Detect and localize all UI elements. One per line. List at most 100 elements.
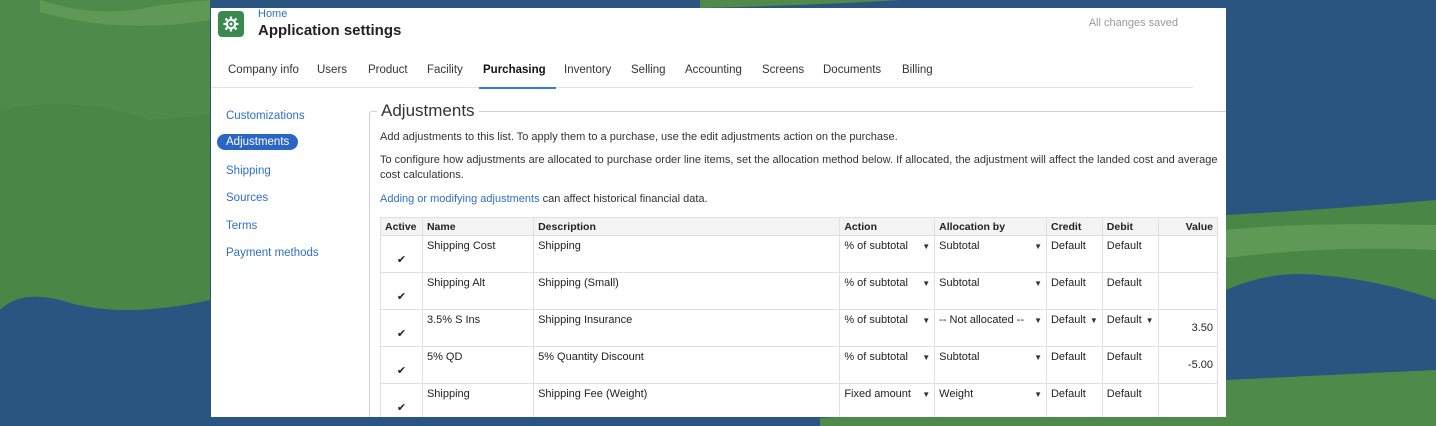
- action-select[interactable]: % of subtotal ▼: [839, 235, 936, 273]
- sidebar-item-shipping[interactable]: Shipping: [226, 165, 271, 177]
- sidebar-item-sources[interactable]: Sources: [226, 192, 268, 204]
- debit-select-value: Default: [1106, 314, 1142, 326]
- action-select[interactable]: % of subtotal ▼: [839, 272, 936, 310]
- page-title: Application settings: [258, 22, 402, 39]
- section-title: Adjustments: [377, 101, 479, 121]
- tab-billing[interactable]: Billing: [902, 64, 933, 88]
- tab-screens[interactable]: Screens: [762, 64, 804, 88]
- action-select[interactable]: Fixed amount ▼: [839, 383, 936, 417]
- value-field[interactable]: [1157, 383, 1219, 417]
- description-field[interactable]: Shipping Fee (Weight): [533, 383, 841, 417]
- allocation-help-text: To configure how adjustments are allocat…: [380, 154, 1218, 181]
- value-field[interactable]: -5.00: [1157, 346, 1219, 384]
- adjustments-table: Active Name Description Action Allocatio…: [380, 217, 1219, 417]
- allocation-select[interactable]: Weight ▼: [934, 383, 1047, 417]
- value-field[interactable]: 3.50: [1157, 309, 1219, 347]
- column-header-debit[interactable]: Debit: [1101, 217, 1159, 236]
- active-checkbox[interactable]: ✔: [380, 309, 423, 347]
- name-field[interactable]: Shipping Alt: [421, 272, 535, 310]
- allocation-select-value: Weight: [939, 388, 974, 400]
- adjustments-help-link[interactable]: Adding or modifying adjustments: [380, 193, 540, 205]
- action-select[interactable]: % of subtotal ▼: [839, 346, 936, 384]
- debit-field[interactable]: Default: [1101, 346, 1159, 384]
- description-field[interactable]: 5% Quantity Discount: [533, 346, 841, 384]
- dropdown-caret-icon: ▼: [922, 353, 931, 362]
- debit-select[interactable]: Default ▼: [1101, 309, 1159, 347]
- table-row: ✔ 3.5% S Ins Shipping Insurance % of sub…: [380, 309, 1219, 347]
- intro-text: Add adjustments to this list. To apply t…: [380, 131, 898, 143]
- dropdown-caret-icon: ▼: [1034, 353, 1042, 362]
- settings-tabs: Company info Users Product Facility Purc…: [211, 64, 1193, 89]
- settings-gear-icon: [218, 11, 244, 37]
- credit-field[interactable]: Default: [1045, 235, 1103, 273]
- name-field[interactable]: 5% QD: [421, 346, 535, 384]
- column-header-action[interactable]: Action: [839, 217, 936, 236]
- credit-field[interactable]: Default: [1045, 346, 1103, 384]
- debit-field[interactable]: Default: [1101, 272, 1159, 310]
- value-field[interactable]: [1157, 272, 1219, 310]
- description-field[interactable]: Shipping Insurance: [533, 309, 841, 347]
- active-checkbox[interactable]: ✔: [380, 383, 423, 417]
- name-field[interactable]: Shipping Cost: [421, 235, 535, 273]
- tab-selling[interactable]: Selling: [631, 64, 666, 88]
- credit-select[interactable]: Default ▼: [1045, 309, 1103, 347]
- active-checkbox[interactable]: ✔: [380, 235, 423, 273]
- warning-text-rest: can affect historical financial data.: [539, 193, 708, 205]
- credit-select-value: Default: [1050, 314, 1086, 326]
- tab-facility[interactable]: Facility: [427, 64, 463, 88]
- name-field[interactable]: Shipping: [421, 383, 535, 417]
- column-header-active[interactable]: Active: [380, 217, 423, 236]
- allocation-select[interactable]: Subtotal ▼: [934, 235, 1047, 273]
- description-field[interactable]: Shipping (Small): [533, 272, 841, 310]
- tab-purchasing[interactable]: Purchasing: [479, 64, 556, 89]
- column-header-value[interactable]: Value: [1157, 217, 1219, 236]
- dropdown-caret-icon: ▼: [1034, 316, 1042, 325]
- column-header-allocation[interactable]: Allocation by: [934, 217, 1047, 236]
- credit-field[interactable]: Default: [1045, 383, 1103, 417]
- value-field[interactable]: [1157, 235, 1219, 273]
- column-header-description[interactable]: Description: [533, 217, 841, 236]
- column-header-credit[interactable]: Credit: [1045, 217, 1103, 236]
- warning-text: Adding or modifying adjustments can affe…: [380, 192, 1220, 207]
- table-row: ✔ Shipping Shipping Fee (Weight) Fixed a…: [380, 383, 1219, 417]
- dropdown-caret-icon: ▼: [1089, 316, 1098, 325]
- action-select[interactable]: % of subtotal ▼: [839, 309, 936, 347]
- sidebar-item-adjustments[interactable]: Adjustments: [217, 134, 299, 150]
- sidebar-item-customizations[interactable]: Customizations: [226, 110, 305, 122]
- action-select-value: % of subtotal: [844, 277, 908, 289]
- tab-product[interactable]: Product: [368, 64, 408, 88]
- allocation-select[interactable]: Subtotal ▼: [934, 346, 1047, 384]
- action-select-value: % of subtotal: [844, 240, 908, 252]
- app-window: Home Application settings All changes sa…: [211, 8, 1226, 417]
- dropdown-caret-icon: ▼: [1034, 390, 1042, 399]
- sidebar-item-payment-methods[interactable]: Payment methods: [226, 247, 319, 259]
- allocation-select[interactable]: -- Not allocated -- ▼: [934, 309, 1047, 347]
- allocation-select-value: Subtotal: [939, 277, 980, 289]
- dropdown-caret-icon: ▼: [922, 242, 931, 251]
- credit-field[interactable]: Default: [1045, 272, 1103, 310]
- tab-users[interactable]: Users: [317, 64, 347, 88]
- breadcrumb-home-link[interactable]: Home: [258, 8, 287, 20]
- tab-company-info[interactable]: Company info: [228, 64, 299, 88]
- column-header-name[interactable]: Name: [421, 217, 535, 236]
- action-select-value: Fixed amount: [844, 388, 911, 400]
- description-field[interactable]: Shipping: [533, 235, 841, 273]
- dropdown-caret-icon: ▼: [1034, 279, 1042, 288]
- active-checkbox[interactable]: ✔: [380, 346, 423, 384]
- tab-inventory[interactable]: Inventory: [564, 64, 611, 88]
- tab-documents[interactable]: Documents: [823, 64, 881, 88]
- save-status: All changes saved: [1088, 17, 1178, 29]
- debit-field[interactable]: Default: [1101, 383, 1159, 417]
- active-checkbox[interactable]: ✔: [380, 272, 423, 310]
- allocation-select[interactable]: Subtotal ▼: [934, 272, 1047, 310]
- table-row: ✔ Shipping Alt Shipping (Small) % of sub…: [380, 272, 1219, 310]
- dropdown-caret-icon: ▼: [922, 279, 931, 288]
- sidebar-item-terms[interactable]: Terms: [226, 220, 257, 232]
- dropdown-caret-icon: ▼: [922, 316, 931, 325]
- name-field[interactable]: 3.5% S Ins: [421, 309, 535, 347]
- action-select-value: % of subtotal: [844, 351, 908, 363]
- table-row: ✔ 5% QD 5% Quantity Discount % of subtot…: [380, 346, 1219, 384]
- tab-accounting[interactable]: Accounting: [685, 64, 742, 88]
- dropdown-caret-icon: ▼: [1034, 242, 1042, 251]
- debit-field[interactable]: Default: [1101, 235, 1159, 273]
